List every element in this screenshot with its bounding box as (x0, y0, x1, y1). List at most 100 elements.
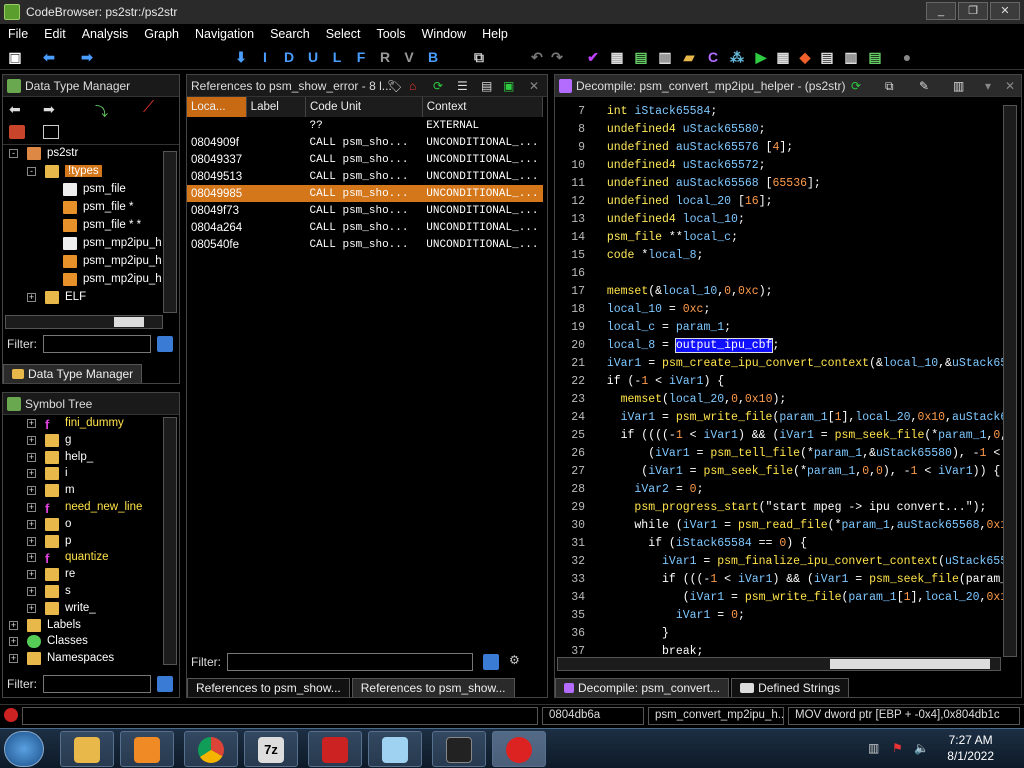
action-center-icon[interactable]: ⚑ (892, 741, 903, 755)
menu-edit[interactable]: Edit (36, 27, 74, 41)
expand-toggle-icon[interactable]: + (27, 570, 36, 580)
table-row[interactable]: 08049337 CALL psm_sho... UNCONDITIONAL_... (187, 151, 543, 168)
bookmark-icon[interactable]: ▤ (866, 48, 884, 66)
copy-icon[interactable]: ⧉ (470, 48, 488, 66)
menu-select[interactable]: Select (318, 27, 369, 41)
code-line[interactable]: 28 iVar2 = 0; (555, 481, 1021, 499)
next-value-button[interactable]: V (400, 48, 418, 66)
expand-toggle-icon[interactable]: + (27, 486, 36, 496)
filter-options-icon[interactable] (157, 676, 173, 692)
data-type-tree-item[interactable]: psm_file (3, 181, 179, 199)
start-button[interactable] (4, 731, 44, 767)
code-line[interactable]: 10 undefined4 uStack65572; (555, 157, 1021, 175)
script-icon[interactable]: ▥ (842, 48, 860, 66)
vertical-scrollbar[interactable] (1003, 105, 1017, 657)
code-line[interactable]: 14 psm_file **local_c; (555, 229, 1021, 247)
code-line[interactable]: 29 psm_progress_start("start mpeg -> ipu… (555, 499, 1021, 517)
symbol-tree-item[interactable]: + re (3, 566, 179, 583)
table-row[interactable]: 0804a264 CALL psm_sho... UNCONDITIONAL_... (187, 219, 543, 236)
code-line[interactable]: 22 if (-1 < iVar1) { (555, 373, 1021, 391)
code-line[interactable]: 19 local_c = param_1; (555, 319, 1021, 337)
menu-graph[interactable]: Graph (136, 27, 187, 41)
code-line[interactable]: 35 iVar1 = 0; (555, 607, 1021, 625)
code-line[interactable]: 31 if (iStack65584 == 0) { (555, 535, 1021, 553)
column-code-unit[interactable]: Code Unit (305, 97, 423, 117)
code-line[interactable]: 23 memset(local_20,0,0x10); (555, 391, 1021, 409)
tab-references-1[interactable]: References to psm_show... (187, 677, 350, 697)
graph-icon[interactable]: ⁂ (728, 48, 746, 66)
folder-icon[interactable]: ▰ (680, 48, 698, 66)
data-type-tree-item[interactable]: + ELF (3, 289, 179, 305)
table-icon[interactable]: ▤ (481, 79, 492, 93)
code-line[interactable]: 13 undefined4 local_10; (555, 211, 1021, 229)
close-button[interactable]: ✕ (990, 2, 1020, 20)
menu-tools[interactable]: Tools (368, 27, 413, 41)
code-line[interactable]: 9 undefined auStack65576 [4]; (555, 139, 1021, 157)
table-row[interactable]: 08049985 CALL psm_sho... UNCONDITIONAL_... (187, 185, 543, 202)
export-icon[interactable]: ✎ (919, 79, 929, 93)
code-line[interactable]: 26 (iVar1 = psm_tell_file(*param_1,&uSta… (555, 445, 1021, 463)
menu-window[interactable]: Window (414, 27, 474, 41)
clock[interactable]: 7:27 AM 8/1/2022 (947, 732, 994, 764)
filter-settings-icon[interactable]: ⚙ (509, 653, 520, 667)
expand-toggle-icon[interactable]: + (27, 519, 36, 529)
forward-arrow-icon[interactable]: ➡ (43, 101, 55, 118)
filter-off-icon[interactable]: ⟋ (143, 99, 154, 117)
expand-toggle-icon[interactable]: + (27, 536, 36, 546)
vertical-scrollbar[interactable] (163, 151, 177, 313)
dtm-filter-input[interactable] (43, 335, 151, 353)
save-icon[interactable]: ▣ (6, 48, 24, 66)
home-icon[interactable]: ⌂ (409, 79, 416, 93)
menu-file[interactable]: File (0, 27, 36, 41)
expand-toggle-icon[interactable]: + (27, 435, 36, 445)
menu-search[interactable]: Search (262, 27, 318, 41)
code-line[interactable]: 12 undefined local_20 [16]; (555, 193, 1021, 211)
minimize-button[interactable]: _ (926, 2, 956, 20)
symbol-tree-item[interactable]: + o (3, 516, 179, 533)
expand-toggle-icon[interactable]: + (9, 620, 18, 630)
symbol-tree-item[interactable]: + f quantize (3, 549, 179, 566)
expand-toggle-icon[interactable]: + (27, 502, 36, 512)
symbol-tree-item[interactable]: + write_ (3, 600, 179, 617)
symbol-tree-item[interactable]: + Classes (3, 633, 179, 650)
archive-icon[interactable] (9, 125, 25, 139)
symbol-tree-item[interactable]: + i (3, 465, 179, 482)
column-label[interactable]: Label (246, 97, 306, 117)
menu-help[interactable]: Help (474, 27, 516, 41)
next-undefined-button[interactable]: U (304, 48, 322, 66)
symbol-tree-item[interactable]: + p (3, 533, 179, 550)
table-row[interactable]: 080540fe CALL psm_sho... UNCONDITIONAL_... (187, 236, 543, 253)
expand-toggle-icon[interactable]: + (27, 452, 36, 462)
code-line[interactable]: 34 (iVar1 = psm_write_file(param_1[1],lo… (555, 589, 1021, 607)
taskbar-notepad[interactable] (368, 731, 422, 767)
symbol-tree-item[interactable]: + help_ (3, 449, 179, 466)
decompiled-code[interactable]: 7 int iStack65584; 8 undefined4 uStack655… (555, 97, 1021, 657)
symbol-tree-item[interactable]: + Namespaces (3, 650, 179, 665)
back-arrow-icon[interactable]: ⬅ (40, 48, 58, 66)
tab-references-2[interactable]: References to psm_show... (351, 677, 515, 697)
refresh-icon[interactable]: ⟳ (433, 79, 443, 93)
expand-toggle-icon[interactable]: + (9, 637, 18, 647)
code-line[interactable]: 32 iVar1 = psm_finalize_ipu_convert_cont… (555, 553, 1021, 571)
bytes-icon[interactable]: ▦ (608, 48, 626, 66)
symbol-tree-item[interactable]: + Labels (3, 617, 179, 634)
expand-toggle-icon[interactable]: - (27, 167, 36, 176)
redo-icon[interactable]: ↷ (548, 48, 566, 66)
back-arrow-icon[interactable]: ⬅ (9, 101, 21, 118)
collapse-icon[interactable] (43, 125, 59, 139)
vertical-scrollbar[interactable] (163, 417, 177, 665)
next-instruction-button[interactable]: I (256, 48, 274, 66)
symtree-filter-input[interactable] (43, 675, 151, 693)
forward-arrow-icon[interactable]: ➡ (78, 48, 96, 66)
data-type-tree-item[interactable]: - !types (3, 163, 179, 181)
next-reference-button[interactable]: R (376, 48, 394, 66)
data-type-tree-item[interactable]: psm_file * (3, 199, 179, 217)
memory-map-icon[interactable]: ▦ (774, 48, 792, 66)
data-type-tree-item[interactable]: psm_file * * (3, 217, 179, 235)
symbol-tree-item[interactable]: + m (3, 482, 179, 499)
select-icon[interactable]: ▣ (503, 79, 514, 93)
taskbar-explorer[interactable] (60, 731, 114, 767)
code-line[interactable]: 27 (iVar1 = psm_seek_file(*param_1,0,0),… (555, 463, 1021, 481)
next-bookmark-button[interactable]: B (424, 48, 442, 66)
snapshot-icon[interactable]: ▥ (953, 79, 964, 93)
